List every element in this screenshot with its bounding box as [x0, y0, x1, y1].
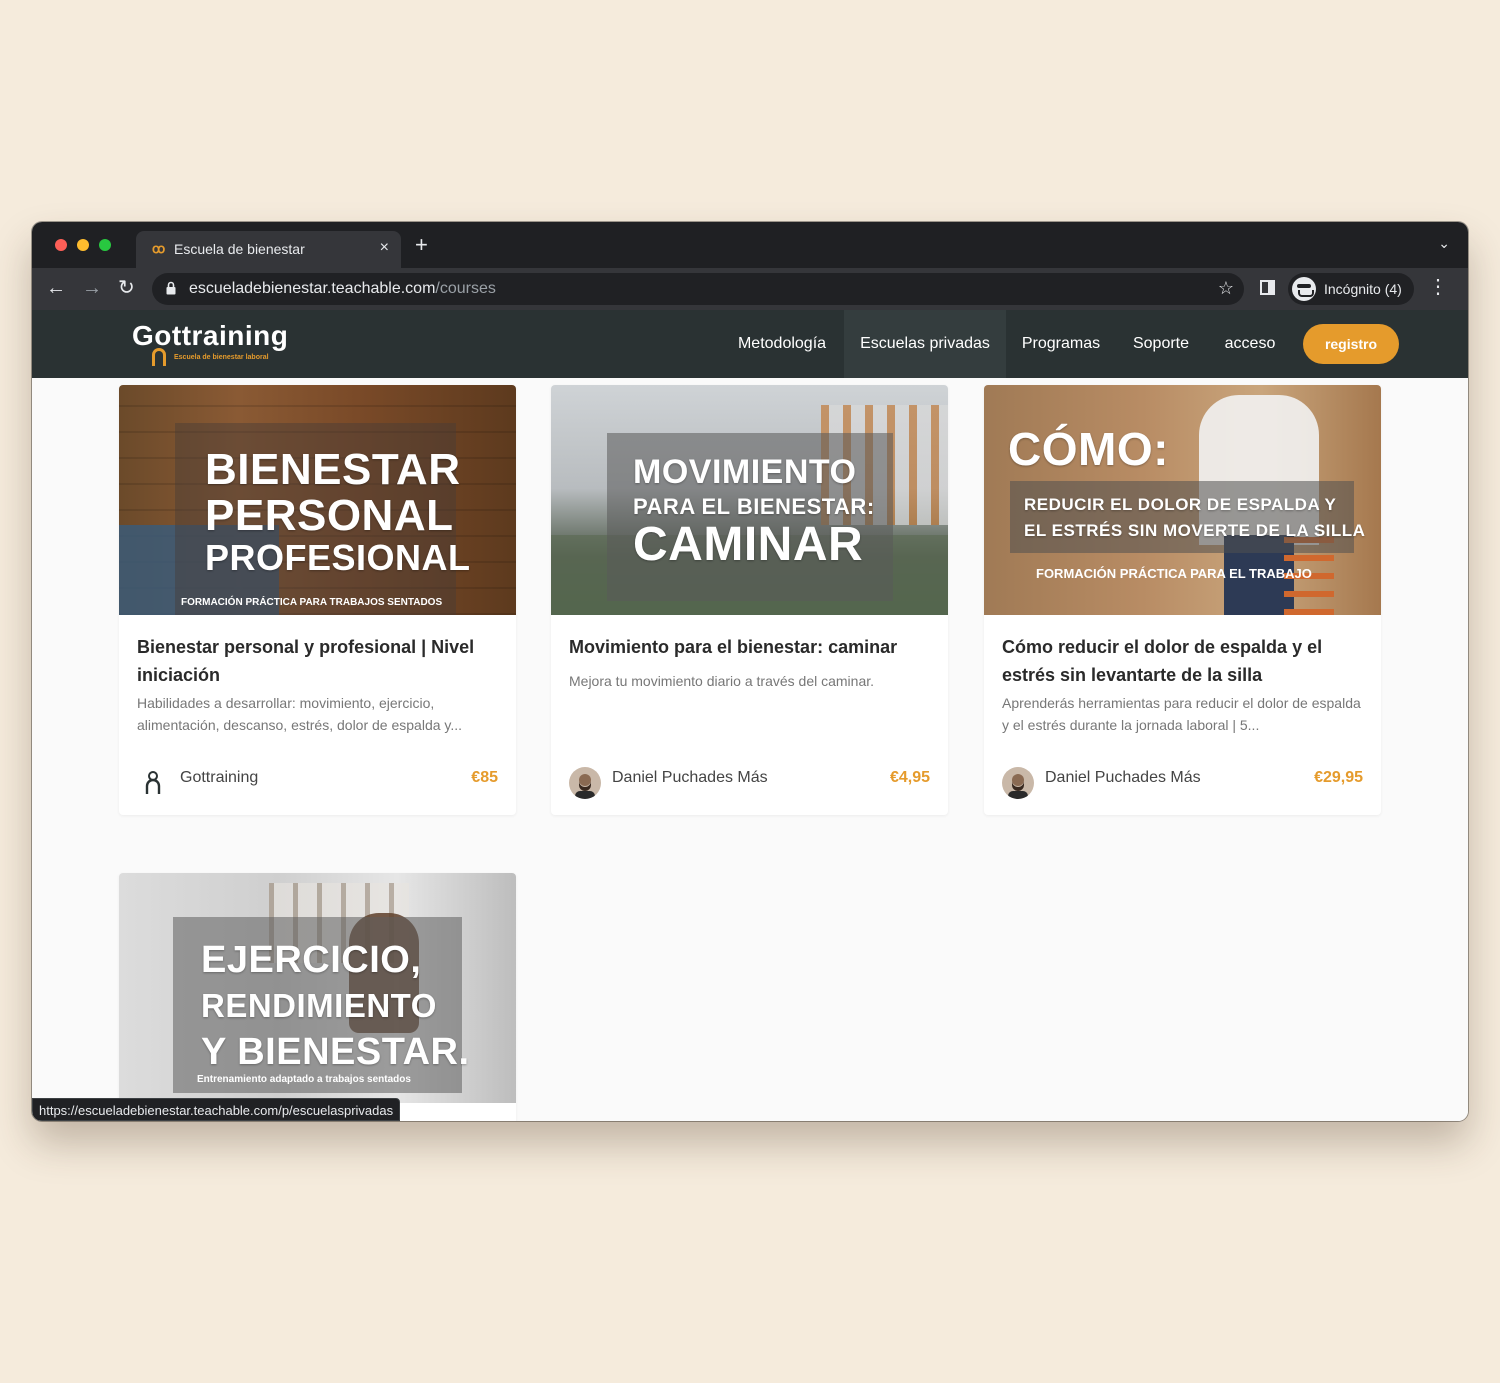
author-avatar: [569, 767, 601, 799]
close-tab-icon[interactable]: ×: [380, 239, 389, 257]
course-description: Habilidades a desarrollar: movimiento, e…: [137, 695, 463, 733]
back-arrow-icon[interactable]: ←: [46, 276, 66, 300]
course-image: MOVIMIENTO PARA EL BIENESTAR: CAMINAR: [551, 385, 948, 615]
tab-bar: ꝏ Escuela de bienestar × + ⌄: [32, 222, 1468, 268]
course-image: EJERCICIO, RENDIMIENTO Y BIENESTAR. Entr…: [119, 873, 516, 1103]
image-title-line: CAMINAR: [633, 517, 864, 571]
nav-acceso[interactable]: acceso: [1208, 310, 1292, 378]
course-image: CÓMO: REDUCIR EL DOLOR DE ESPALDA Y EL E…: [984, 385, 1381, 615]
course-price: €4,95: [889, 769, 930, 786]
course-image: BIENESTAR PERSONAL PROFESIONAL FORMACIÓN…: [119, 385, 516, 615]
image-title-line: EJERCICIO,: [201, 939, 422, 981]
logo-text: Gottraining: [132, 320, 289, 351]
course-title[interactable]: Bienestar personal y profesional | Nivel…: [137, 633, 499, 689]
incognito-label: Incógnito (4): [1324, 281, 1402, 297]
browser-window: ꝏ Escuela de bienestar × + ⌄ ← → ↻ escue…: [32, 222, 1468, 1121]
logo-subtitle: Escuela de bienestar laboral: [174, 354, 269, 361]
close-window-button[interactable]: [55, 239, 67, 251]
course-title[interactable]: Cómo reducir el dolor de espalda y el es…: [1002, 633, 1364, 689]
image-title-line: MOVIMIENTO: [633, 453, 857, 491]
author-name: Daniel Puchades Más: [612, 769, 768, 786]
bookmark-star-icon[interactable]: ☆: [1218, 278, 1234, 299]
author-avatar: [1002, 767, 1034, 799]
image-title-line: RENDIMIENTO: [201, 987, 437, 1024]
image-title-line: CÓMO:: [1008, 423, 1169, 475]
tab-title: Escuela de bienestar: [174, 241, 305, 257]
image-subtitle: FORMACIÓN PRÁCTICA PARA EL TRABAJO: [1036, 566, 1312, 581]
nav-metodologia[interactable]: Metodología: [722, 310, 842, 378]
course-description: Aprenderás herramientas para reducir el …: [1002, 695, 1361, 733]
course-info: Bienestar personal y profesional | Nivel…: [119, 615, 516, 815]
incognito-icon: [1292, 277, 1316, 301]
favicon-icon: ꝏ: [152, 241, 166, 256]
image-subtitle: FORMACIÓN PRÁCTICA PARA TRABAJOS SENTADO…: [181, 597, 443, 608]
nav-soporte[interactable]: Soporte: [1116, 310, 1206, 378]
forward-arrow-icon[interactable]: →: [82, 276, 102, 300]
register-button[interactable]: registro: [1303, 324, 1399, 364]
image-title-line: BIENESTAR: [205, 445, 461, 494]
new-tab-icon[interactable]: +: [415, 234, 428, 256]
maximize-window-button[interactable]: [99, 239, 111, 251]
author-name: Gottraining: [180, 769, 259, 786]
nav-escuelas-privadas[interactable]: Escuelas privadas: [844, 310, 1006, 378]
browser-menu-icon[interactable]: ⋮: [1428, 276, 1448, 298]
author-logo-icon: [137, 767, 169, 799]
site-logo[interactable]: Gottraining Escuela de bienestar laboral: [132, 320, 302, 368]
status-bar-url: https://escueladebienestar.teachable.com…: [32, 1098, 401, 1121]
course-info: Movimiento para el bienestar: caminar Me…: [551, 615, 948, 815]
url-text[interactable]: escueladebienestar.teachable.com/courses: [189, 280, 496, 298]
lock-icon: [166, 281, 176, 295]
side-panel-icon[interactable]: [1260, 280, 1275, 295]
site-header: Gottraining Escuela de bienestar laboral…: [32, 310, 1468, 378]
course-card[interactable]: CÓMO: REDUCIR EL DOLOR DE ESPALDA Y EL E…: [984, 385, 1381, 815]
image-title-line: PARA EL BIENESTAR:: [633, 493, 875, 519]
tab-search-chevron-icon[interactable]: ⌄: [1438, 235, 1450, 252]
course-price: €29,95: [1314, 769, 1363, 786]
course-title[interactable]: Movimiento para el bienestar: caminar: [569, 633, 931, 661]
nav-programas[interactable]: Programas: [1008, 310, 1114, 378]
logo-mark-icon: [152, 348, 166, 366]
address-bar[interactable]: escueladebienestar.teachable.com/courses…: [152, 273, 1244, 305]
incognito-profile-button[interactable]: Incógnito (4): [1288, 273, 1414, 305]
course-description: Mejora tu movimiento diario a través del…: [569, 673, 875, 689]
minimize-window-button[interactable]: [77, 239, 89, 251]
course-price: €85: [471, 769, 498, 786]
image-title-line: PROFESIONAL: [205, 537, 471, 579]
image-title-line: PERSONAL: [205, 491, 454, 541]
course-card[interactable]: MOVIMIENTO PARA EL BIENESTAR: CAMINAR Mo…: [551, 385, 948, 815]
course-grid: BIENESTAR PERSONAL PROFESIONAL FORMACIÓN…: [32, 378, 1468, 1121]
image-title-line: REDUCIR EL DOLOR DE ESPALDA Y: [1024, 495, 1337, 514]
browser-toolbar: ← → ↻ escueladebienestar.teachable.com/c…: [32, 268, 1468, 310]
author-name: Daniel Puchades Más: [1045, 769, 1201, 786]
image-title-line: EL ESTRÉS SIN MOVERTE DE LA SILLA: [1024, 521, 1366, 540]
course-info: Cómo reducir el dolor de espalda y el es…: [984, 615, 1381, 815]
image-subtitle: Entrenamiento adaptado a trabajos sentad…: [197, 1074, 411, 1085]
browser-tab[interactable]: ꝏ Escuela de bienestar ×: [136, 231, 401, 268]
course-card[interactable]: BIENESTAR PERSONAL PROFESIONAL FORMACIÓN…: [119, 385, 516, 815]
image-title-line: Y BIENESTAR.: [201, 1031, 470, 1073]
reload-icon[interactable]: ↻: [118, 276, 135, 300]
course-card[interactable]: EJERCICIO, RENDIMIENTO Y BIENESTAR. Entr…: [119, 873, 516, 1121]
